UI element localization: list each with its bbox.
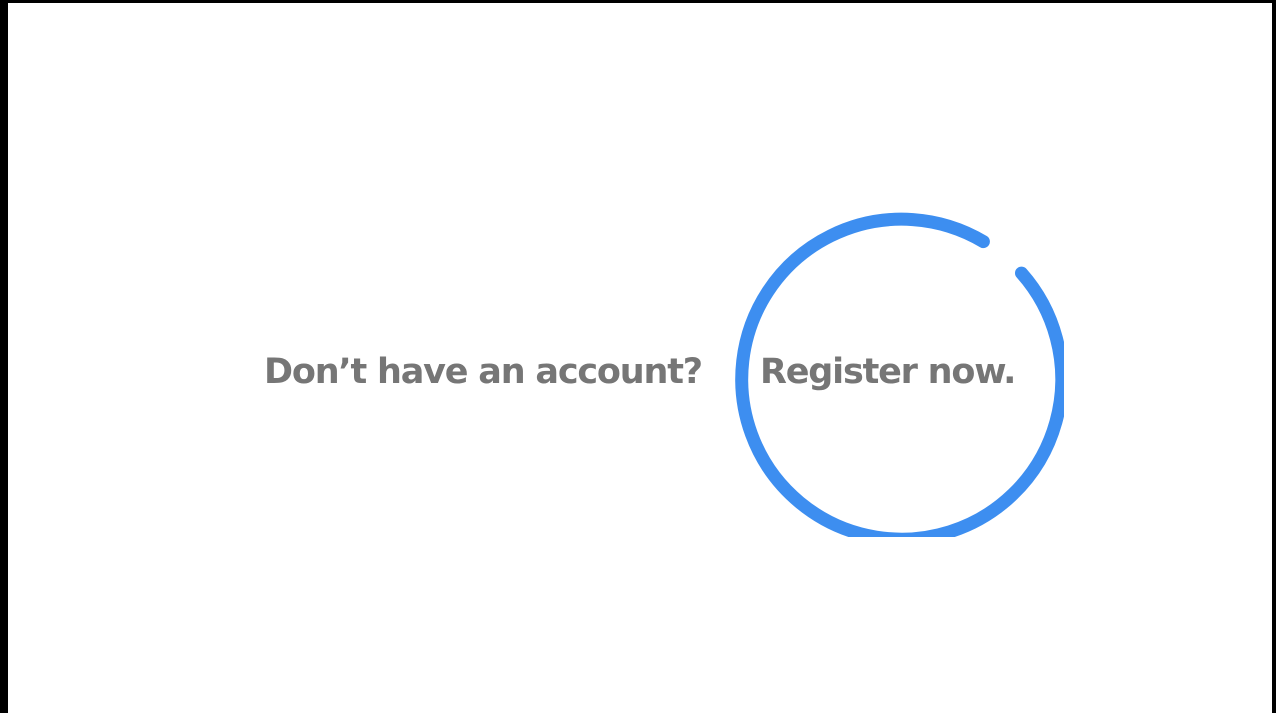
no-account-question: Don’t have an account? [264,352,703,392]
screen-frame: Don’t have an account? Register now. [0,0,1276,713]
register-now-link[interactable]: Register now. [760,346,1016,398]
